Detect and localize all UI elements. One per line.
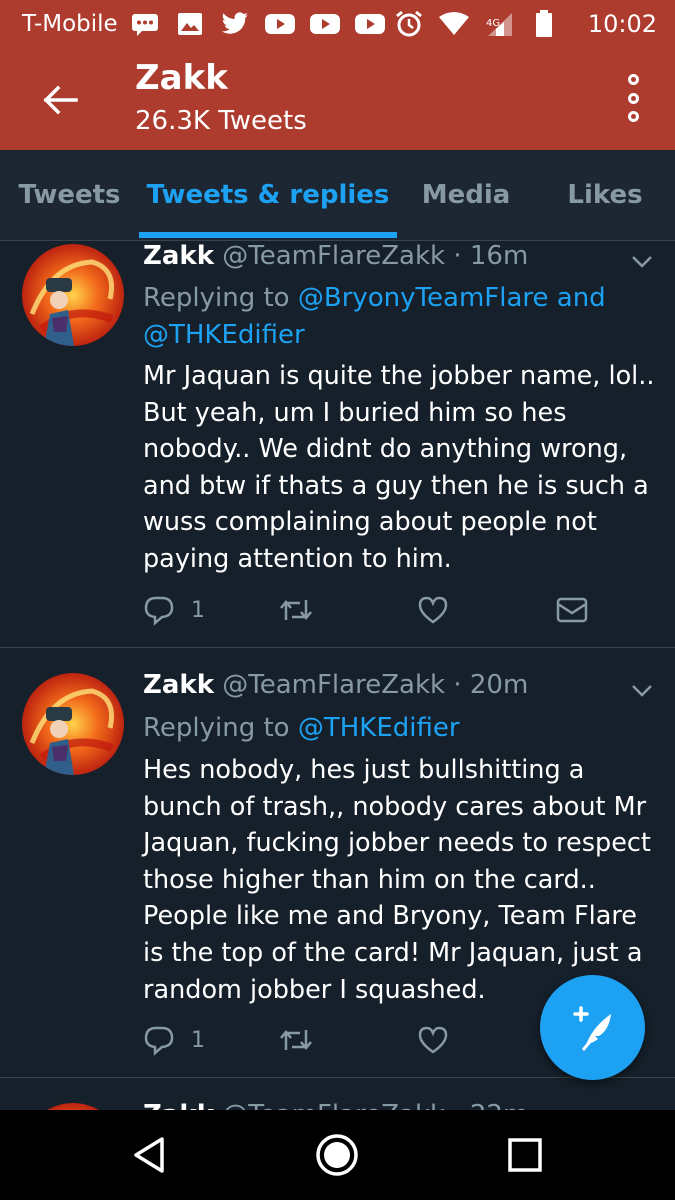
heart-icon	[418, 596, 448, 624]
nav-recents-button[interactable]	[500, 1130, 550, 1180]
tweet-time: · 20m	[453, 670, 529, 700]
active-tab-indicator	[139, 232, 397, 238]
tweet-text: Mr Jaquan is quite the jobber name, lol.…	[143, 361, 655, 574]
alarm-icon	[394, 10, 424, 37]
author-handle[interactable]: @TeamFlareZakk	[222, 241, 445, 271]
dot-icon	[627, 74, 639, 85]
avatar[interactable]	[22, 244, 124, 346]
reply-icon	[144, 596, 174, 626]
nav-back-button[interactable]	[125, 1130, 175, 1180]
direct-message-button[interactable]	[556, 590, 588, 630]
profile-tabs: Tweets Tweets & replies Media Likes	[0, 150, 675, 241]
tweet-actions: 1	[143, 590, 643, 630]
like-button[interactable]	[417, 590, 449, 630]
chevron-down-icon[interactable]	[631, 255, 653, 269]
nav-home-button[interactable]	[312, 1130, 362, 1180]
retweet-button[interactable]	[278, 1020, 314, 1060]
retweet-icon	[280, 1030, 312, 1050]
tweet-text: Hes nobody, hes just bullshitting a bunc…	[143, 755, 651, 1005]
tweet-time: · 16m	[453, 241, 529, 271]
mention-link[interactable]: @BryonyTeamFlare	[298, 283, 549, 313]
chevron-down-icon[interactable]	[631, 684, 653, 698]
replying-to: Replying to @THKEdifier	[143, 710, 623, 747]
author-name: Zakk	[143, 241, 214, 271]
reply-count: 1	[191, 597, 205, 623]
android-navigation-bar	[0, 1110, 675, 1200]
envelope-icon	[556, 597, 588, 623]
tab-tweets-and-replies[interactable]: Tweets & replies	[139, 150, 397, 240]
svg-text:4G: 4G	[486, 18, 500, 29]
like-button[interactable]	[417, 1020, 449, 1060]
tweet-header: Zakk @TeamFlareZakk · 20m	[143, 670, 528, 700]
compose-tweet-button[interactable]	[540, 975, 645, 1080]
retweet-icon	[280, 600, 312, 620]
battery-icon	[529, 10, 559, 37]
tab-media[interactable]: Media	[397, 150, 535, 240]
carrier-label: T-Mobile	[22, 11, 118, 37]
reply-button[interactable]: 1	[143, 1020, 205, 1060]
avatar[interactable]	[22, 673, 124, 775]
reply-icon	[144, 1026, 174, 1056]
tweet-header: Zakk @TeamFlareZakk · 16m	[143, 241, 528, 271]
tweet[interactable]: Zakk @TeamFlareZakk · 16m Replying to @B…	[0, 241, 675, 648]
author-name: Zakk	[143, 670, 214, 700]
cellular-signal-icon: 4G	[484, 11, 514, 37]
tweet-count: 26.3K Tweets	[135, 106, 307, 136]
gallery-notification-icon	[175, 11, 205, 37]
reply-button[interactable]: 1	[143, 590, 205, 630]
twitter-notification-icon	[220, 11, 250, 37]
mention-link[interactable]: @THKEdifier	[298, 713, 460, 743]
heart-icon	[418, 1026, 448, 1054]
profile-header: Zakk 26.3K Tweets	[0, 48, 675, 150]
replying-to-label: Replying to	[143, 713, 290, 743]
back-arrow-icon	[43, 85, 78, 115]
retweet-button[interactable]	[278, 590, 314, 630]
clock: 10:02	[587, 10, 657, 38]
youtube-notification-icon	[264, 11, 295, 37]
tweet[interactable]: Zakk @TeamFlareZakk · 22m	[0, 1078, 675, 1111]
wifi-icon	[438, 11, 469, 37]
profile-name: Zakk	[135, 58, 228, 98]
tab-tweets[interactable]: Tweets	[0, 150, 139, 240]
replying-to: Replying to @BryonyTeamFlare and @THKEdif…	[143, 280, 623, 354]
status-bar: T-Mobile 4G 10:02	[0, 0, 675, 48]
compose-feather-icon	[572, 1005, 611, 1051]
more-options-button[interactable]	[621, 74, 645, 122]
dot-icon	[627, 111, 639, 122]
back-button[interactable]	[38, 80, 82, 120]
reply-count: 1	[191, 1027, 205, 1053]
square-recents-icon	[508, 1138, 542, 1172]
youtube-notification-icon-2	[309, 11, 340, 37]
messages-notification-icon	[130, 11, 160, 37]
replying-to-label: Replying to	[143, 283, 290, 313]
youtube-notification-icon-3	[354, 11, 385, 37]
author-handle[interactable]: @TeamFlareZakk	[222, 670, 445, 700]
dot-icon	[627, 92, 639, 104]
circle-home-icon	[316, 1134, 358, 1176]
mention-link[interactable]: @THKEdifier	[143, 320, 305, 350]
replying-joiner: and	[556, 283, 606, 313]
tab-likes[interactable]: Likes	[535, 150, 675, 240]
triangle-back-icon	[134, 1137, 164, 1173]
